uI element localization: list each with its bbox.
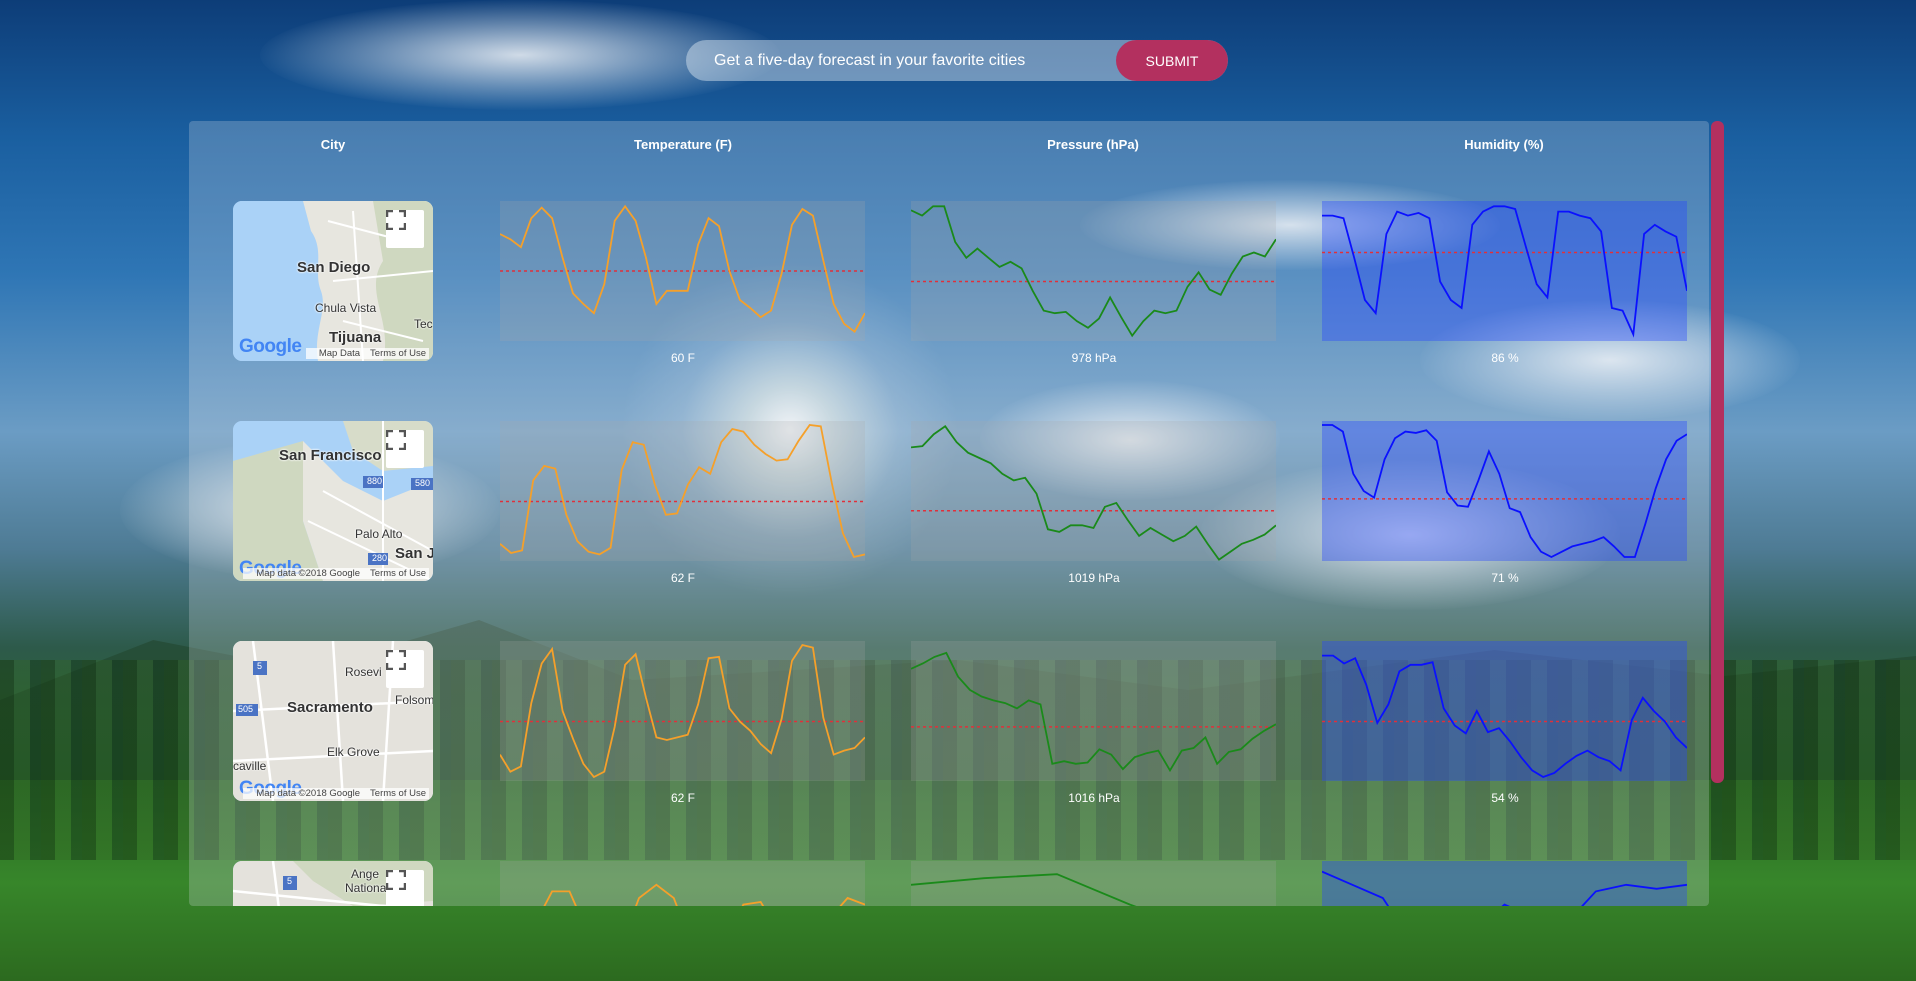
city-map[interactable]: San Francisco Palo Alto San J 880 580 28… — [233, 421, 433, 581]
map-place-label: Palo Alto — [355, 527, 403, 541]
map-place-label: caville — [233, 759, 267, 773]
highway-shield: 5 — [287, 876, 293, 886]
search-input[interactable] — [686, 40, 1116, 81]
chart-background — [500, 421, 865, 561]
chart-background — [1322, 641, 1687, 781]
chart-background — [1322, 201, 1687, 341]
city-map[interactable]: San Diego Chula Vista Tijuana Tec Google… — [233, 201, 433, 361]
fullscreen-icon — [386, 870, 406, 890]
table-row: San Francisco Palo Alto San J 880 580 28… — [189, 341, 1709, 585]
city-map[interactable]: Ange Nationa 5 — [233, 861, 433, 906]
search-form: SUBMIT — [686, 40, 1228, 81]
fullscreen-icon — [386, 430, 406, 450]
submit-button[interactable]: SUBMIT — [1116, 40, 1228, 81]
highway-shield: 580 — [415, 478, 431, 488]
fullscreen-button[interactable] — [386, 210, 424, 248]
map-place-label: Chula Vista — [315, 301, 377, 315]
fullscreen-button[interactable] — [386, 430, 424, 468]
chart-background — [500, 861, 865, 906]
chart-background — [911, 421, 1276, 561]
fullscreen-icon — [386, 210, 406, 230]
city-map[interactable]: Sacramento Rosevi Folsom Elk Grove cavil… — [233, 641, 433, 801]
fullscreen-icon — [386, 650, 406, 670]
highway-shield: 880 — [367, 476, 383, 486]
chart-background — [911, 861, 1276, 906]
map-place-label: Nationa — [345, 881, 387, 895]
scrollbar[interactable] — [1711, 121, 1724, 783]
map-place-label: Rosevi — [345, 665, 382, 679]
map-place-label: San J — [395, 545, 433, 562]
map-place-label: San Diego — [297, 259, 371, 276]
map-place-label: Tec — [414, 317, 433, 331]
table-row: Ange Nationa 5 — [189, 781, 1709, 906]
map-place-label: Ange — [351, 867, 380, 881]
highway-shield: 5 — [257, 661, 263, 671]
map-place-label: San Francisco — [279, 447, 382, 464]
fullscreen-button[interactable] — [386, 870, 424, 906]
table-row: Sacramento Rosevi Folsom Elk Grove cavil… — [189, 561, 1709, 805]
chart-background — [1322, 861, 1687, 906]
table-row: San Diego Chula Vista Tijuana Tec Google… — [189, 121, 1709, 365]
highway-shield: 505 — [238, 704, 254, 714]
fullscreen-button[interactable] — [386, 650, 424, 688]
chart-background — [911, 201, 1276, 341]
map-place-label: Elk Grove — [327, 745, 380, 759]
map-place-label: Folsom — [395, 693, 433, 707]
forecast-table[interactable]: City Temperature (F) Pressure (hPa) Humi… — [189, 121, 1709, 906]
map-place-label: Sacramento — [287, 699, 373, 716]
